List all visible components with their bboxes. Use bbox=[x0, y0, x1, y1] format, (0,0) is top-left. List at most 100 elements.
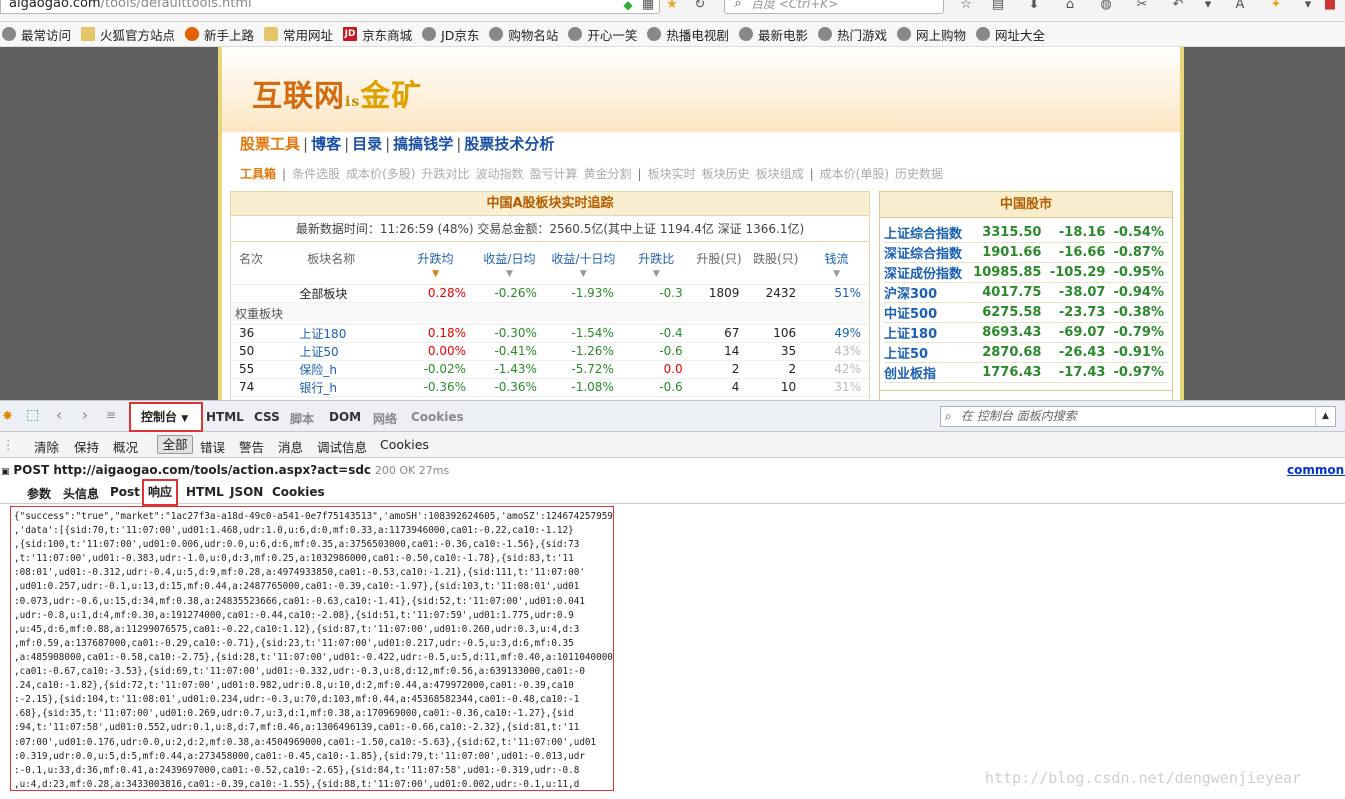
tab-resp-cookies[interactable]: Cookies bbox=[272, 485, 325, 499]
star-icon[interactable]: ★ bbox=[664, 0, 680, 12]
market-row[interactable]: 深证成份指数 10985.85 -105.29 -0.95% bbox=[884, 262, 1168, 283]
table-row[interactable]: 全部板块 0.28% -0.26% -1.93% -0.3 1809 2432 51% bbox=[231, 284, 869, 303]
bookmark-item[interactable]: 购物名站 bbox=[489, 25, 558, 44]
index-name[interactable]: 深证成份指数 bbox=[884, 262, 968, 283]
col-d1[interactable]: 收益/日均 ▼ bbox=[474, 244, 545, 285]
persist-button[interactable]: 保持 bbox=[74, 437, 99, 456]
market-row[interactable]: 创业板指 1776.43 -17.43 -0.97% bbox=[884, 362, 1168, 383]
tab-headers[interactable]: 头信息 bbox=[63, 485, 99, 502]
tab-html[interactable]: HTML bbox=[206, 410, 244, 424]
bookmark-item[interactable]: 热门游戏 bbox=[817, 25, 887, 44]
filter-all-button[interactable]: 全部 bbox=[157, 435, 193, 454]
col-flow[interactable]: 钱流 ▼ bbox=[804, 244, 869, 285]
bookmark-item[interactable]: 常用网址 bbox=[264, 25, 333, 44]
filter-info-button[interactable]: 消息 bbox=[278, 437, 303, 456]
nav-item[interactable]: 股票技术分析 bbox=[464, 135, 554, 153]
addon-icon[interactable]: ■ bbox=[1322, 0, 1338, 12]
col-chg[interactable]: 升跌均 ▼ bbox=[397, 244, 475, 285]
source-file-link[interactable]: common.js bbox=[1287, 460, 1345, 480]
tab-dom[interactable]: DOM bbox=[329, 410, 361, 424]
nav-item[interactable]: 搞搞钱学 bbox=[393, 135, 453, 153]
filter-errors-button[interactable]: 错误 bbox=[200, 437, 225, 456]
table-row[interactable]: 74 银行_h -0.36% -0.36% -1.08% -0.6 4 10 31% bbox=[231, 378, 869, 397]
back-icon[interactable]: ‹ bbox=[56, 406, 62, 424]
subnav-item[interactable]: 波动指数 bbox=[475, 167, 523, 181]
tab-cookies[interactable]: Cookies bbox=[411, 410, 464, 424]
tab-post[interactable]: Post bbox=[110, 485, 140, 499]
filter-cookies-button[interactable]: Cookies bbox=[380, 437, 429, 452]
subnav-item[interactable]: 成本价(多股) bbox=[346, 167, 415, 181]
subnav-item[interactable]: 黄金分割 bbox=[584, 167, 632, 181]
nav-item[interactable]: 股票工具 bbox=[240, 135, 300, 153]
bookmark-star-icon[interactable]: ☆ bbox=[958, 0, 974, 12]
index-name[interactable]: 沪深300 bbox=[884, 282, 968, 303]
expand-icon[interactable]: ▣ bbox=[1, 467, 10, 477]
market-row[interactable]: 深证综合指数 1901.66 -16.66 -0.87% bbox=[884, 242, 1168, 263]
devtools-search-input[interactable]: ⌕ 在 控制台 面板内搜索 ▲ bbox=[940, 406, 1336, 427]
forward-icon[interactable]: › bbox=[82, 406, 88, 424]
search-options-icon[interactable]: ▲ bbox=[1315, 407, 1335, 426]
url-bar[interactable]: aigaogao.com/tools/defaulttools.html bbox=[0, 0, 660, 14]
filter-warnings-button[interactable]: 警告 bbox=[239, 437, 264, 456]
market-row[interactable]: 上证综合指数 3315.50 -18.16 -0.54% bbox=[884, 223, 1168, 243]
row-name[interactable]: 上证180 bbox=[265, 324, 398, 343]
bookmark-item[interactable]: 最常访问 bbox=[2, 25, 71, 44]
col-ratio[interactable]: 升跌比 ▼ bbox=[621, 244, 691, 285]
bookmark-item[interactable]: 火狐官方站点 bbox=[81, 25, 175, 44]
tab-console[interactable]: 控制台 ▼ bbox=[129, 402, 203, 432]
row-name[interactable]: 上证50 bbox=[265, 342, 398, 361]
subnav-item[interactable]: 板块组成 bbox=[756, 167, 804, 181]
request-entry[interactable]: ▣ POST http://aigaogao.com/tools/action.… bbox=[0, 460, 1345, 480]
firebug-icon[interactable]: ✸ bbox=[2, 409, 13, 424]
bookmark-item[interactable]: 网址大全 bbox=[975, 25, 1045, 44]
market-row[interactable]: 上证180 8693.43 -69.07 -0.79% bbox=[884, 322, 1168, 343]
command-line-icon[interactable]: ≡ bbox=[106, 408, 116, 422]
row-name[interactable]: 银行_h bbox=[265, 378, 398, 397]
clear-button[interactable]: 清除 bbox=[34, 437, 59, 456]
market-row[interactable]: 沪深300 4017.75 -38.07 -0.94% bbox=[884, 282, 1168, 303]
undo-icon[interactable]: ↶ bbox=[1170, 0, 1186, 12]
index-name[interactable]: 中证500 bbox=[884, 302, 968, 323]
subnav-item[interactable]: 板块实时 bbox=[648, 167, 696, 181]
chat-icon[interactable]: ◍ bbox=[1098, 0, 1114, 12]
download-icon[interactable]: ⬇ bbox=[1026, 0, 1042, 12]
tab-response[interactable]: 响应 bbox=[142, 479, 178, 506]
subnav-item[interactable]: 历史数据 bbox=[895, 167, 943, 181]
search-input[interactable]: 百度 <Ctrl+K> bbox=[724, 0, 944, 14]
bookmark-item[interactable]: 热播电视剧 bbox=[647, 25, 729, 44]
subnav-item[interactable]: 升跌对比 bbox=[421, 167, 469, 181]
refresh-icon[interactable]: ↻ bbox=[692, 0, 708, 12]
tab-json[interactable]: JSON bbox=[230, 485, 263, 499]
screenshot-icon[interactable]: ✂ bbox=[1134, 0, 1150, 12]
index-name[interactable]: 创业板指 bbox=[884, 362, 968, 383]
nav-item[interactable]: 博客 bbox=[311, 135, 341, 153]
subnav-item[interactable]: 条件选股 bbox=[292, 167, 340, 181]
index-name[interactable]: 上证50 bbox=[884, 342, 968, 363]
subnav-item[interactable]: 板块历史 bbox=[702, 167, 750, 181]
table-row[interactable]: 50 上证50 0.00% -0.41% -1.26% -0.6 14 35 43% bbox=[231, 342, 869, 361]
bookmark-item[interactable]: 最新电影 bbox=[738, 25, 808, 44]
inspect-icon[interactable]: ⬚ bbox=[26, 407, 39, 423]
row-name[interactable]: 保险_h bbox=[265, 360, 398, 379]
tab-params[interactable]: 参数 bbox=[27, 485, 51, 502]
response-body[interactable]: {"success":"true","market":"1ac27f3a-a18… bbox=[10, 506, 614, 791]
tab-resp-html[interactable]: HTML bbox=[186, 485, 224, 499]
table-row[interactable]: 36 上证180 0.18% -0.30% -1.54% -0.4 67 106 49% bbox=[231, 324, 869, 343]
market-row[interactable]: 中证500 6275.58 -23.73 -0.38% bbox=[884, 302, 1168, 323]
profile-button[interactable]: 概况 bbox=[113, 437, 138, 456]
tab-css[interactable]: CSS bbox=[254, 410, 280, 424]
tab-network[interactable]: 网络 bbox=[373, 410, 397, 427]
bookmark-item[interactable]: 新手上路 bbox=[185, 25, 254, 44]
subnav-item[interactable]: 盈亏计算 bbox=[529, 167, 577, 181]
market-row[interactable]: 上证50 2870.68 -26.43 -0.91% bbox=[884, 342, 1168, 363]
qr-icon[interactable]: ▦ bbox=[640, 0, 656, 12]
bookmark-item[interactable]: 网上购物 bbox=[896, 25, 966, 44]
bookmark-item[interactable]: 开心一笑 bbox=[568, 25, 637, 44]
menu-arrow-icon[interactable]: ▾ bbox=[1200, 0, 1216, 12]
table-row[interactable]: 55 保险_h -0.02% -1.43% -5.72% 0.0 2 2 42% bbox=[231, 360, 869, 379]
index-name[interactable]: 上证180 bbox=[884, 322, 968, 343]
subnav-item[interactable]: 成本价(单股) bbox=[820, 167, 889, 181]
col-d10[interactable]: 收益/十日均 ▼ bbox=[544, 244, 622, 285]
tab-script[interactable]: 脚本 bbox=[290, 410, 314, 427]
subnav-current[interactable]: 工具箱 bbox=[240, 167, 276, 181]
